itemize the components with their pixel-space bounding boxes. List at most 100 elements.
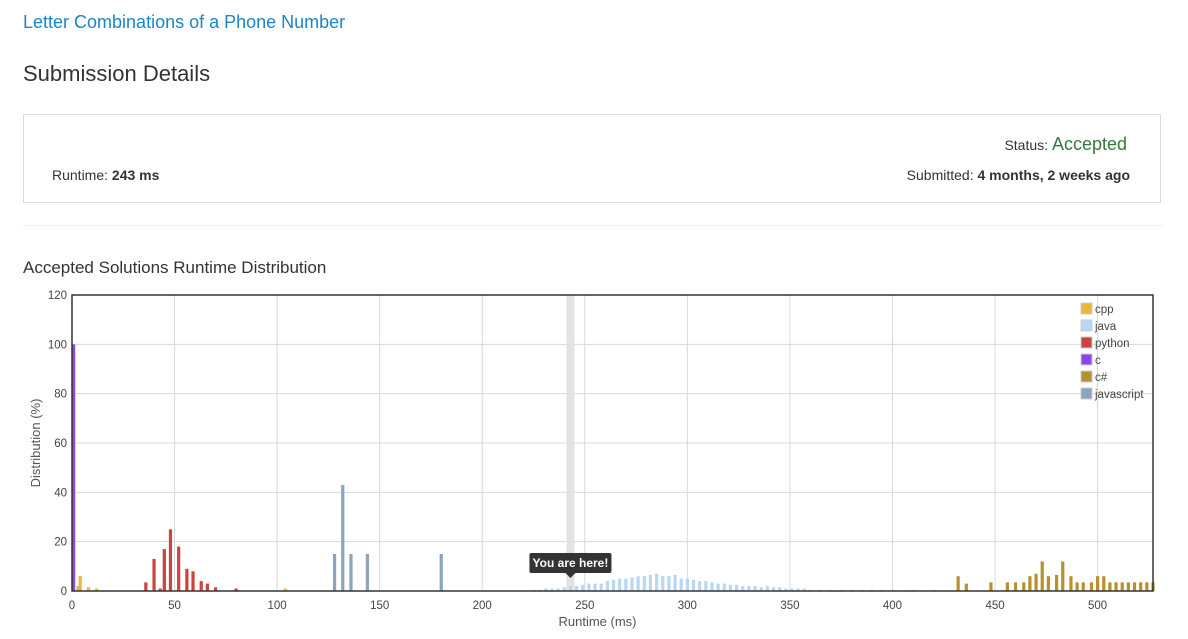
bar-javascript[interactable] (349, 554, 353, 591)
bar-csharp[interactable] (1005, 582, 1009, 591)
legend-swatch (1080, 336, 1093, 349)
legend-swatch (1080, 319, 1093, 332)
bar-java[interactable] (710, 582, 714, 591)
y-tick-label: 20 (54, 537, 67, 549)
bar-java[interactable] (605, 581, 609, 591)
legend-label: java (1094, 321, 1117, 333)
bar-java[interactable] (624, 578, 628, 591)
bar-python[interactable] (152, 558, 156, 591)
bar-csharp[interactable] (1096, 576, 1100, 591)
bar-csharp[interactable] (1120, 582, 1124, 591)
legend-swatch (1080, 370, 1093, 383)
bar-csharp[interactable] (1034, 573, 1038, 591)
bar-java[interactable] (722, 583, 726, 591)
bar-csharp[interactable] (1126, 582, 1130, 591)
bar-csharp[interactable] (964, 583, 968, 591)
y-tick-label: 100 (48, 339, 67, 351)
bar-java[interactable] (581, 584, 585, 591)
submitted-row: Submitted: 4 months, 2 weeks ago (907, 167, 1130, 183)
bar-java[interactable] (716, 583, 720, 591)
bar-csharp[interactable] (1069, 576, 1073, 591)
status-value[interactable]: Accepted (1052, 134, 1127, 154)
x-tick-label: 0 (69, 600, 75, 612)
bar-java[interactable] (655, 573, 659, 591)
bar-python[interactable] (205, 583, 209, 591)
bar-csharp[interactable] (1046, 576, 1050, 591)
bar-csharp[interactable] (1114, 582, 1118, 591)
bar-javascript[interactable] (439, 554, 443, 591)
bar-java[interactable] (587, 583, 591, 591)
bar-python[interactable] (191, 571, 195, 591)
x-tick-label: 200 (473, 600, 492, 612)
bar-python[interactable] (162, 549, 166, 591)
x-tick-label: 500 (1088, 600, 1107, 612)
bar-java[interactable] (685, 578, 689, 591)
legend-label: javascript (1094, 389, 1144, 401)
bar-csharp[interactable] (1054, 574, 1059, 591)
bar-cpp[interactable] (78, 576, 82, 591)
page-title: Submission Details (23, 61, 211, 86)
x-tick-label: 350 (780, 600, 799, 612)
section-divider (23, 225, 1163, 226)
bar-java[interactable] (679, 578, 683, 591)
bar-csharp[interactable] (1040, 561, 1044, 591)
runtime-label: Runtime: (52, 167, 109, 183)
bar-java[interactable] (728, 584, 733, 591)
bar-csharp[interactable] (989, 582, 993, 591)
bar-java[interactable] (673, 574, 677, 591)
bar-csharp[interactable] (1075, 582, 1079, 591)
legend-swatch (1080, 302, 1093, 315)
y-tick-label: 80 (54, 389, 67, 401)
tooltip-label: You are here! (533, 556, 609, 570)
bar-java[interactable] (630, 577, 634, 591)
bar-csharp[interactable] (1145, 582, 1149, 591)
bar-java[interactable] (734, 584, 739, 591)
bar-javascript[interactable] (341, 484, 345, 591)
x-axis-label: Runtime (ms) (558, 614, 636, 629)
x-tick-label: 100 (268, 600, 287, 612)
bar-csharp[interactable] (1028, 576, 1032, 591)
legend-label: cpp (1095, 304, 1114, 316)
bar-csharp[interactable] (1013, 582, 1018, 591)
y-axis-label: Distribution (%) (28, 399, 43, 488)
bar-java[interactable] (667, 576, 671, 591)
bar-csharp[interactable] (1132, 582, 1137, 591)
bar-csharp[interactable] (1108, 582, 1112, 591)
bar-javascript[interactable] (365, 554, 369, 591)
bar-csharp[interactable] (1102, 576, 1106, 591)
your-runtime-band (566, 295, 575, 591)
legend-label: python (1095, 338, 1130, 350)
status-label: Status: (1004, 137, 1049, 153)
runtime-row: Runtime: 243 ms (52, 167, 159, 183)
bar-java[interactable] (661, 576, 665, 591)
bar-csharp[interactable] (1139, 582, 1143, 591)
bar-java[interactable] (593, 583, 597, 591)
bar-java[interactable] (704, 581, 708, 591)
x-tick-label: 400 (883, 600, 902, 612)
x-tick-label: 250 (575, 600, 594, 612)
bar-java[interactable] (618, 578, 622, 591)
bar-javascript[interactable] (332, 554, 337, 591)
bar-java[interactable] (691, 579, 696, 591)
y-tick-label: 60 (54, 438, 67, 450)
problem-title-link[interactable]: Letter Combinations of a Phone Number (23, 12, 345, 33)
bar-csharp[interactable] (1089, 582, 1094, 591)
bar-python[interactable] (168, 529, 173, 591)
bar-java[interactable] (698, 581, 702, 591)
legend-swatch (1080, 353, 1093, 366)
x-tick-label: 150 (370, 600, 389, 612)
bar-python[interactable] (177, 546, 181, 591)
bar-csharp[interactable] (1022, 582, 1026, 591)
bar-python[interactable] (144, 582, 148, 591)
bar-java[interactable] (648, 574, 653, 591)
bar-csharp[interactable] (956, 576, 960, 591)
bar-java[interactable] (599, 583, 603, 591)
bar-python[interactable] (185, 568, 189, 591)
bar-java[interactable] (642, 576, 646, 591)
x-tick-label: 450 (985, 600, 1004, 612)
bar-csharp[interactable] (1061, 561, 1065, 591)
bar-csharp[interactable] (1081, 582, 1085, 591)
bar-java[interactable] (611, 579, 616, 591)
bar-java[interactable] (636, 576, 640, 591)
bar-python[interactable] (199, 581, 203, 591)
